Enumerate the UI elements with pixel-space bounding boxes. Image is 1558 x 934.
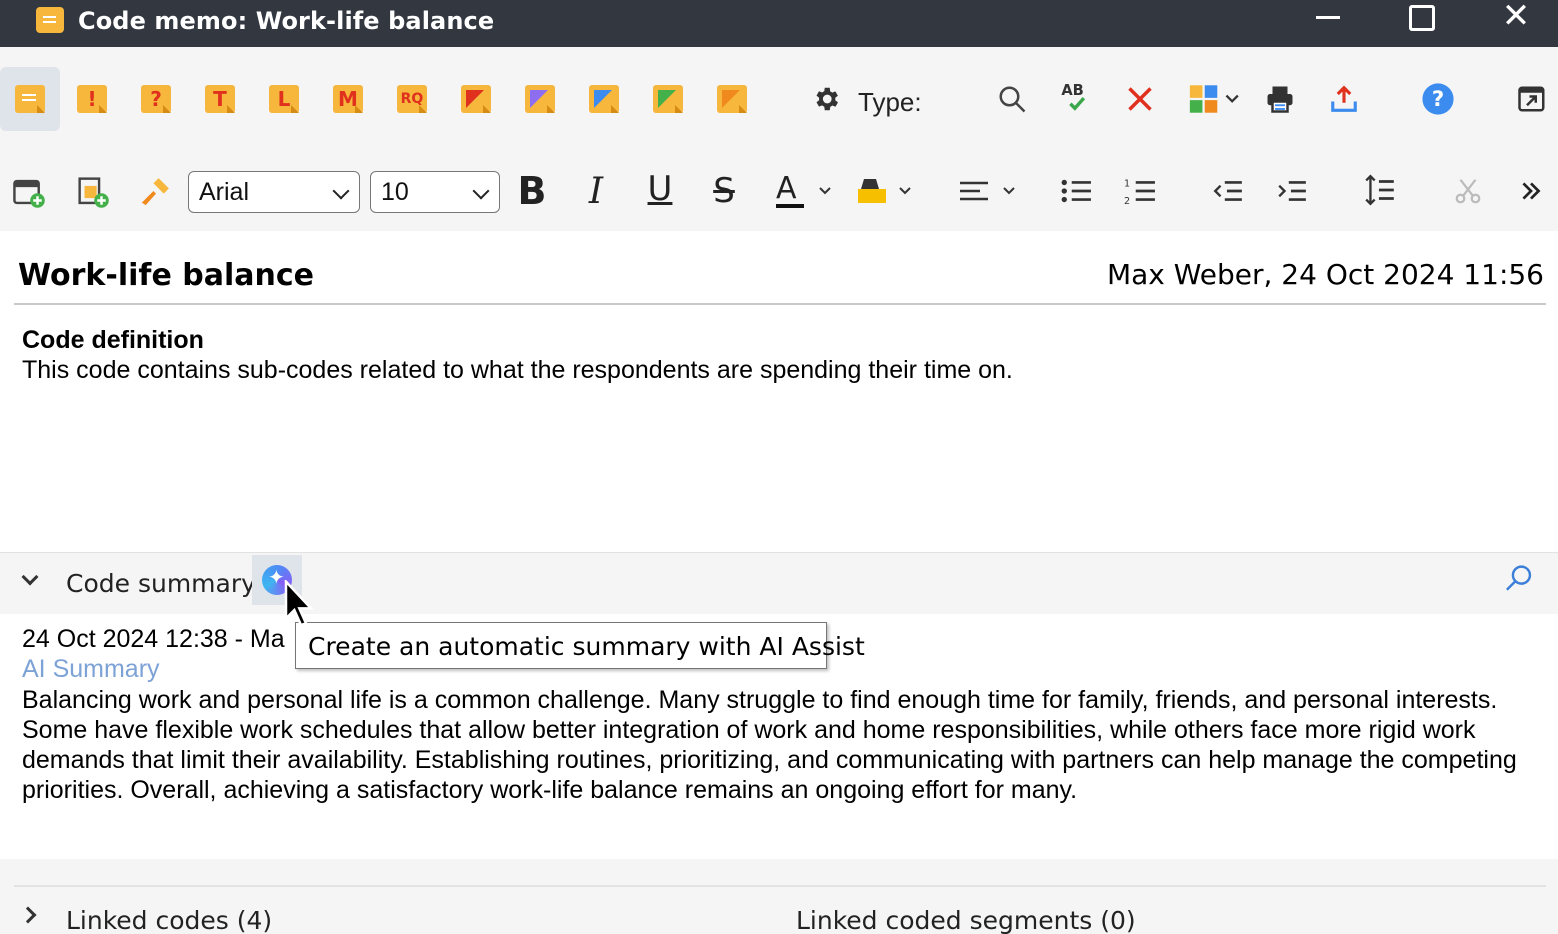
open-external-icon[interactable] bbox=[1512, 81, 1552, 117]
indent-icon[interactable] bbox=[1274, 171, 1310, 211]
underline-icon[interactable]: U bbox=[640, 167, 680, 211]
memo-blue-icon bbox=[589, 85, 619, 113]
definition-text[interactable]: This code contains sub-codes related to … bbox=[22, 356, 1013, 385]
svg-text:1: 1 bbox=[1124, 179, 1130, 190]
insert-date-icon[interactable] bbox=[10, 173, 48, 211]
divider bbox=[14, 885, 1546, 887]
divider bbox=[14, 303, 1546, 305]
memo-orange-button[interactable] bbox=[702, 67, 762, 131]
memo-rq-button[interactable]: RQ bbox=[382, 67, 442, 131]
type-label: Type: bbox=[858, 87, 922, 117]
memo-default-button[interactable] bbox=[0, 67, 60, 131]
window-title: Code memo: Work-life balance bbox=[78, 7, 495, 35]
definition-heading[interactable]: Code definition bbox=[22, 326, 204, 355]
ai-assist-tooltip: Create an automatic summary with AI Assi… bbox=[295, 622, 865, 669]
close-button[interactable]: ✕ bbox=[1486, 0, 1546, 36]
delete-icon[interactable] bbox=[1120, 81, 1160, 117]
puzzle-icon[interactable] bbox=[1184, 81, 1246, 117]
memo-red-icon bbox=[461, 85, 491, 113]
memo-title[interactable]: Work-life balance bbox=[18, 258, 314, 293]
memo-l-icon: L bbox=[269, 85, 299, 113]
memo-question-button[interactable]: ? bbox=[126, 67, 186, 131]
print-icon[interactable] bbox=[1260, 81, 1300, 117]
code-summary-label[interactable]: Code summary bbox=[66, 569, 256, 598]
gear-icon[interactable] bbox=[806, 81, 846, 117]
more-icon[interactable] bbox=[1516, 171, 1546, 211]
memo-purple-button[interactable] bbox=[510, 67, 570, 131]
memo-content: Work-life balance Max Weber, 24 Oct 2024… bbox=[0, 231, 1558, 934]
format-toolbar: Arial 10 B I U S A 12 bbox=[0, 139, 1558, 231]
memo-t-icon: T bbox=[205, 85, 235, 113]
help-icon[interactable]: ? bbox=[1418, 81, 1458, 117]
bold-icon[interactable]: B bbox=[512, 169, 552, 213]
strikethrough-icon[interactable]: S bbox=[704, 169, 744, 213]
highlight-button[interactable] bbox=[852, 169, 916, 213]
memo-question-icon: ? bbox=[141, 85, 171, 113]
linked-segments-label[interactable]: Linked coded segments (0) bbox=[796, 906, 1136, 934]
memo-exclamation-button[interactable]: ! bbox=[62, 67, 122, 131]
memo-m-button[interactable]: M bbox=[318, 67, 378, 131]
memo-red-button[interactable] bbox=[446, 67, 506, 131]
search-icon[interactable] bbox=[992, 81, 1032, 117]
memo-green-button[interactable] bbox=[638, 67, 698, 131]
memo-purple-icon bbox=[525, 85, 555, 113]
chevron-down-icon[interactable] bbox=[21, 568, 39, 586]
cut-icon bbox=[1450, 171, 1486, 211]
ai-summary-label: AI Summary bbox=[22, 655, 160, 683]
numbered-list-icon[interactable]: 12 bbox=[1122, 171, 1158, 211]
font-color-button[interactable]: A bbox=[770, 169, 834, 213]
font-size-select[interactable]: 10 bbox=[370, 171, 500, 213]
font-family-select[interactable]: Arial bbox=[188, 171, 360, 213]
memo-default-icon bbox=[15, 85, 45, 113]
italic-icon[interactable]: I bbox=[576, 169, 616, 213]
export-icon[interactable] bbox=[1324, 81, 1364, 117]
summary-date: 24 Oct 2024 12:38 - Ma bbox=[22, 625, 285, 653]
memo-m-icon: M bbox=[333, 85, 363, 113]
memo-orange-icon bbox=[717, 85, 747, 113]
summary-text: Balancing work and personal life is a co… bbox=[22, 686, 1517, 804]
svg-text:A: A bbox=[776, 171, 797, 206]
memo-green-icon bbox=[653, 85, 683, 113]
insert-link-icon[interactable] bbox=[74, 173, 112, 211]
minimize-button[interactable] bbox=[1298, 0, 1358, 40]
memo-blue-button[interactable] bbox=[574, 67, 634, 131]
align-button[interactable] bbox=[954, 169, 1018, 213]
outdent-icon[interactable] bbox=[1210, 171, 1246, 211]
chevron-down-icon bbox=[472, 182, 490, 200]
font-size-value: 10 bbox=[381, 177, 409, 206]
bullet-list-icon[interactable] bbox=[1058, 171, 1094, 211]
memo-t-button[interactable]: T bbox=[190, 67, 250, 131]
svg-text:2: 2 bbox=[1124, 196, 1130, 206]
mouse-cursor-icon bbox=[284, 578, 318, 630]
search-icon[interactable] bbox=[1504, 563, 1534, 599]
chevron-down-icon bbox=[332, 182, 350, 200]
memo-rq-icon: RQ bbox=[397, 85, 427, 113]
font-family-value: Arial bbox=[199, 177, 250, 206]
memo-l-button[interactable]: L bbox=[254, 67, 314, 131]
memo-exclamation-icon: ! bbox=[77, 85, 107, 113]
memo-author-date: Max Weber, 24 Oct 2024 11:56 bbox=[1106, 258, 1544, 291]
format-painter-icon[interactable] bbox=[136, 171, 176, 211]
title-bar: Code memo: Work-life balance ✕ bbox=[0, 0, 1558, 47]
line-spacing-icon[interactable] bbox=[1362, 169, 1398, 211]
linked-section: Linked codes (4) Linked coded segments (… bbox=[0, 859, 1558, 934]
code-summary-header: Code summary bbox=[0, 552, 1558, 614]
svg-text:?: ? bbox=[1432, 87, 1444, 112]
memo-type-toolbar: ! ? T L M RQ Type: AB ? bbox=[0, 47, 1558, 139]
svg-text:AB: AB bbox=[1061, 82, 1083, 99]
spellcheck-icon[interactable]: AB bbox=[1056, 77, 1096, 117]
maximize-button[interactable] bbox=[1392, 0, 1452, 40]
linked-codes-label[interactable]: Linked codes (4) bbox=[66, 906, 272, 934]
chevron-right-icon[interactable] bbox=[19, 906, 37, 924]
memo-icon bbox=[36, 7, 64, 33]
